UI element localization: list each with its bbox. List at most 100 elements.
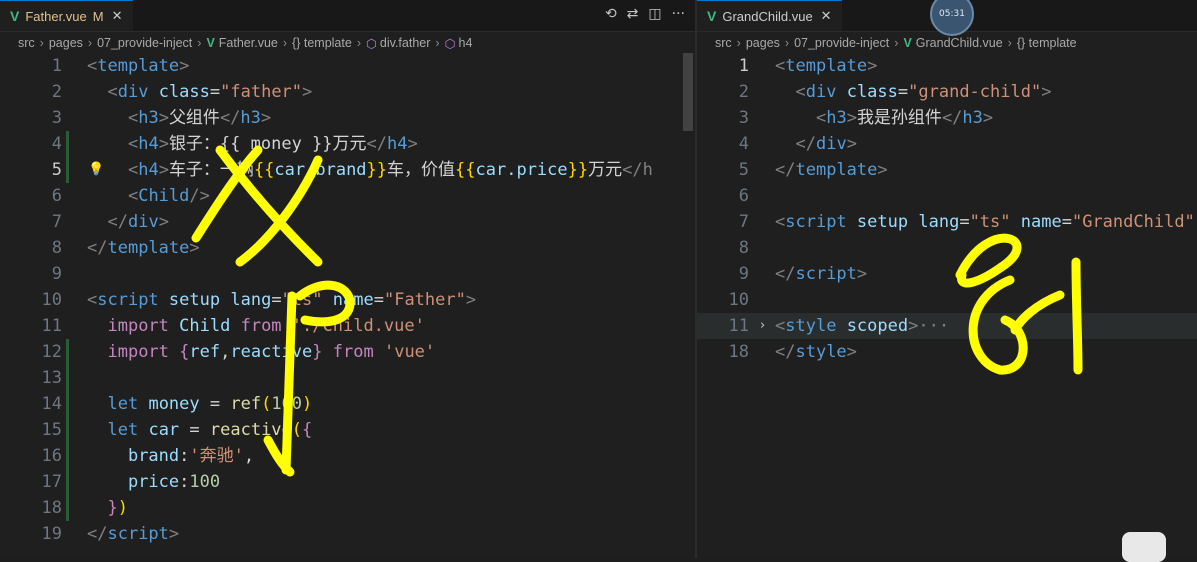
vue-icon: V bbox=[206, 36, 215, 50]
code-line[interactable]: 1 <template> bbox=[697, 53, 1197, 79]
line-number: 11 bbox=[728, 316, 749, 336]
code-line[interactable]: 6 bbox=[697, 183, 1197, 209]
code-text: <h4>银子：{{ money }}万元</h4> bbox=[127, 134, 418, 154]
code-line[interactable]: 18 }) bbox=[0, 495, 695, 521]
code-line[interactable]: 8 </template> bbox=[0, 235, 695, 261]
line-number: 12 bbox=[41, 342, 62, 362]
tab-filename: Father.vue bbox=[25, 8, 87, 24]
code-line[interactable]: 11 › <style scoped>··· bbox=[697, 313, 1197, 339]
breadcrumb-item[interactable]: {} template bbox=[1017, 36, 1077, 50]
code-line[interactable]: 3 <h3>我是孙组件</h3> bbox=[697, 105, 1197, 131]
code-line[interactable]: 2 <div class="father"> bbox=[0, 79, 695, 105]
tab-grandchild-vue[interactable]: V GrandChild.vue ✕ bbox=[697, 0, 842, 31]
history-icon[interactable]: ⟲ bbox=[605, 6, 617, 22]
code-line[interactable]: 5 💡 <h4>车子：一辆{{car.brand}}车，价值{{car.price… bbox=[0, 157, 695, 183]
modified-gutter-marker bbox=[66, 417, 69, 443]
chevron-right-icon: › bbox=[197, 36, 202, 50]
code-line[interactable]: 1 <template> bbox=[0, 53, 695, 79]
scrollbar[interactable] bbox=[681, 53, 695, 558]
breadcrumb-item[interactable]: src bbox=[715, 36, 732, 50]
code-text: brand:'奔驰', bbox=[127, 446, 255, 466]
breadcrumb-item[interactable]: 07_provide-inject bbox=[794, 36, 889, 50]
breadcrumb-item[interactable]: div.father bbox=[380, 36, 431, 50]
code-line[interactable]: 7 </div> bbox=[0, 209, 695, 235]
modified-gutter-marker bbox=[66, 391, 69, 417]
line-number: 2 bbox=[51, 82, 62, 102]
code-line[interactable]: 11 import Child from './Child.vue' bbox=[0, 313, 695, 339]
code-text: </template> bbox=[87, 238, 200, 258]
code-line[interactable]: 8 bbox=[697, 235, 1197, 261]
code-line[interactable]: 10 bbox=[697, 287, 1197, 313]
code-text: import Child from './Child.vue' bbox=[107, 316, 425, 336]
line-number: 3 bbox=[51, 108, 62, 128]
code-text: <Child/> bbox=[127, 186, 210, 206]
code-line[interactable]: 16 brand:'奔驰', bbox=[0, 443, 695, 469]
compare-icon[interactable]: ⇄ bbox=[627, 6, 639, 22]
code-line[interactable]: 10 <script setup lang="ts" name="Father"> bbox=[0, 287, 695, 313]
code-text: let car = reactive({ bbox=[107, 420, 313, 440]
fold-chevron-icon[interactable]: › bbox=[760, 313, 765, 339]
modified-gutter-marker bbox=[66, 469, 69, 495]
code-text: </style> bbox=[775, 342, 857, 362]
line-number: 13 bbox=[41, 368, 62, 388]
line-number: 5 bbox=[738, 160, 749, 180]
scrollbar-thumb[interactable] bbox=[683, 53, 693, 131]
breadcrumb-item[interactable]: 07_provide-inject bbox=[97, 36, 192, 50]
code-line[interactable]: 6 <Child/> bbox=[0, 183, 695, 209]
code-line[interactable]: 7 <script setup lang="ts" name="GrandChil… bbox=[697, 209, 1197, 235]
vue-icon: V bbox=[903, 36, 912, 50]
breadcrumb-item[interactable]: GrandChild.vue bbox=[916, 36, 1003, 50]
breadcrumb-item[interactable]: {} template bbox=[292, 36, 352, 50]
code-line[interactable]: 4 <h4>银子：{{ money }}万元</h4> bbox=[0, 131, 695, 157]
code-line[interactable]: 4 </div> bbox=[697, 131, 1197, 157]
code-text: <script setup lang="ts" name="GrandChild… bbox=[775, 212, 1195, 232]
code-line[interactable]: 17 price:100 bbox=[0, 469, 695, 495]
left-editor-pane: V Father.vue M ✕ ⟲ ⇄ ◫ ··· src › pages › 07_… bbox=[0, 0, 695, 558]
code-line[interactable]: 2 <div class="grand-child"> bbox=[697, 79, 1197, 105]
split-editor-icon[interactable]: ◫ bbox=[648, 6, 661, 22]
code-line[interactable]: 9 bbox=[0, 261, 695, 287]
more-icon[interactable]: ··· bbox=[672, 6, 685, 22]
line-number: 4 bbox=[738, 134, 749, 154]
line-number: 1 bbox=[738, 56, 749, 76]
breadcrumb-item[interactable]: pages bbox=[49, 36, 83, 50]
line-number: 8 bbox=[738, 238, 749, 258]
code-line[interactable]: 18 </style> bbox=[697, 339, 1197, 365]
code-line[interactable]: 9 </script> bbox=[697, 261, 1197, 287]
code-editor[interactable]: 1 <template> 2 <div class="grand-child"> 3 … bbox=[697, 53, 1197, 365]
breadcrumb-item[interactable]: pages bbox=[746, 36, 780, 50]
code-line[interactable]: 15 let car = reactive({ bbox=[0, 417, 695, 443]
code-text: import {ref,reactive} from 'vue' bbox=[107, 342, 436, 362]
close-icon[interactable]: ✕ bbox=[112, 8, 123, 24]
breadcrumb-item[interactable]: h4 bbox=[459, 36, 473, 50]
tab-father-vue[interactable]: V Father.vue M ✕ bbox=[0, 0, 133, 31]
chevron-right-icon: › bbox=[435, 36, 440, 50]
close-icon[interactable]: ✕ bbox=[821, 8, 832, 24]
breadcrumb-item[interactable]: Father.vue bbox=[219, 36, 278, 50]
code-text: <style scoped>··· bbox=[775, 316, 950, 336]
modified-gutter-marker bbox=[66, 443, 69, 469]
code-line[interactable]: 3 <h3>父组件</h3> bbox=[0, 105, 695, 131]
code-text: <template> bbox=[87, 56, 190, 76]
line-number: 2 bbox=[738, 82, 749, 102]
chevron-right-icon: › bbox=[282, 36, 288, 50]
code-line[interactable]: 5 </template> bbox=[697, 157, 1197, 183]
line-number: 14 bbox=[41, 394, 62, 414]
code-text: <h4>车子：一辆{{car.brand}}车，价值{{car.price}}万… bbox=[127, 160, 653, 180]
code-line[interactable]: 13 bbox=[0, 365, 695, 391]
chevron-right-icon: › bbox=[894, 36, 899, 50]
modified-gutter-marker bbox=[66, 495, 69, 521]
code-text: <h3>我是孙组件</h3> bbox=[815, 108, 994, 128]
code-line[interactable]: 12 import {ref,reactive} from 'vue' bbox=[0, 339, 695, 365]
code-line[interactable]: 14 let money = ref(100) bbox=[0, 391, 695, 417]
code-line[interactable]: 19 </script> bbox=[0, 521, 695, 547]
code-text: let money = ref(100) bbox=[107, 394, 313, 414]
line-number: 6 bbox=[738, 186, 749, 206]
element-icon: ⬡ bbox=[365, 36, 377, 51]
line-number: 8 bbox=[51, 238, 62, 258]
chevron-right-icon: › bbox=[87, 36, 93, 50]
code-editor[interactable]: 1 <template> 2 <div class="father"> 3 <h3>父… bbox=[0, 53, 695, 547]
breadcrumb-item[interactable]: src bbox=[18, 36, 35, 50]
left-tab-bar: V Father.vue M ✕ ⟲ ⇄ ◫ ··· bbox=[0, 0, 695, 32]
line-number: 7 bbox=[51, 212, 62, 232]
